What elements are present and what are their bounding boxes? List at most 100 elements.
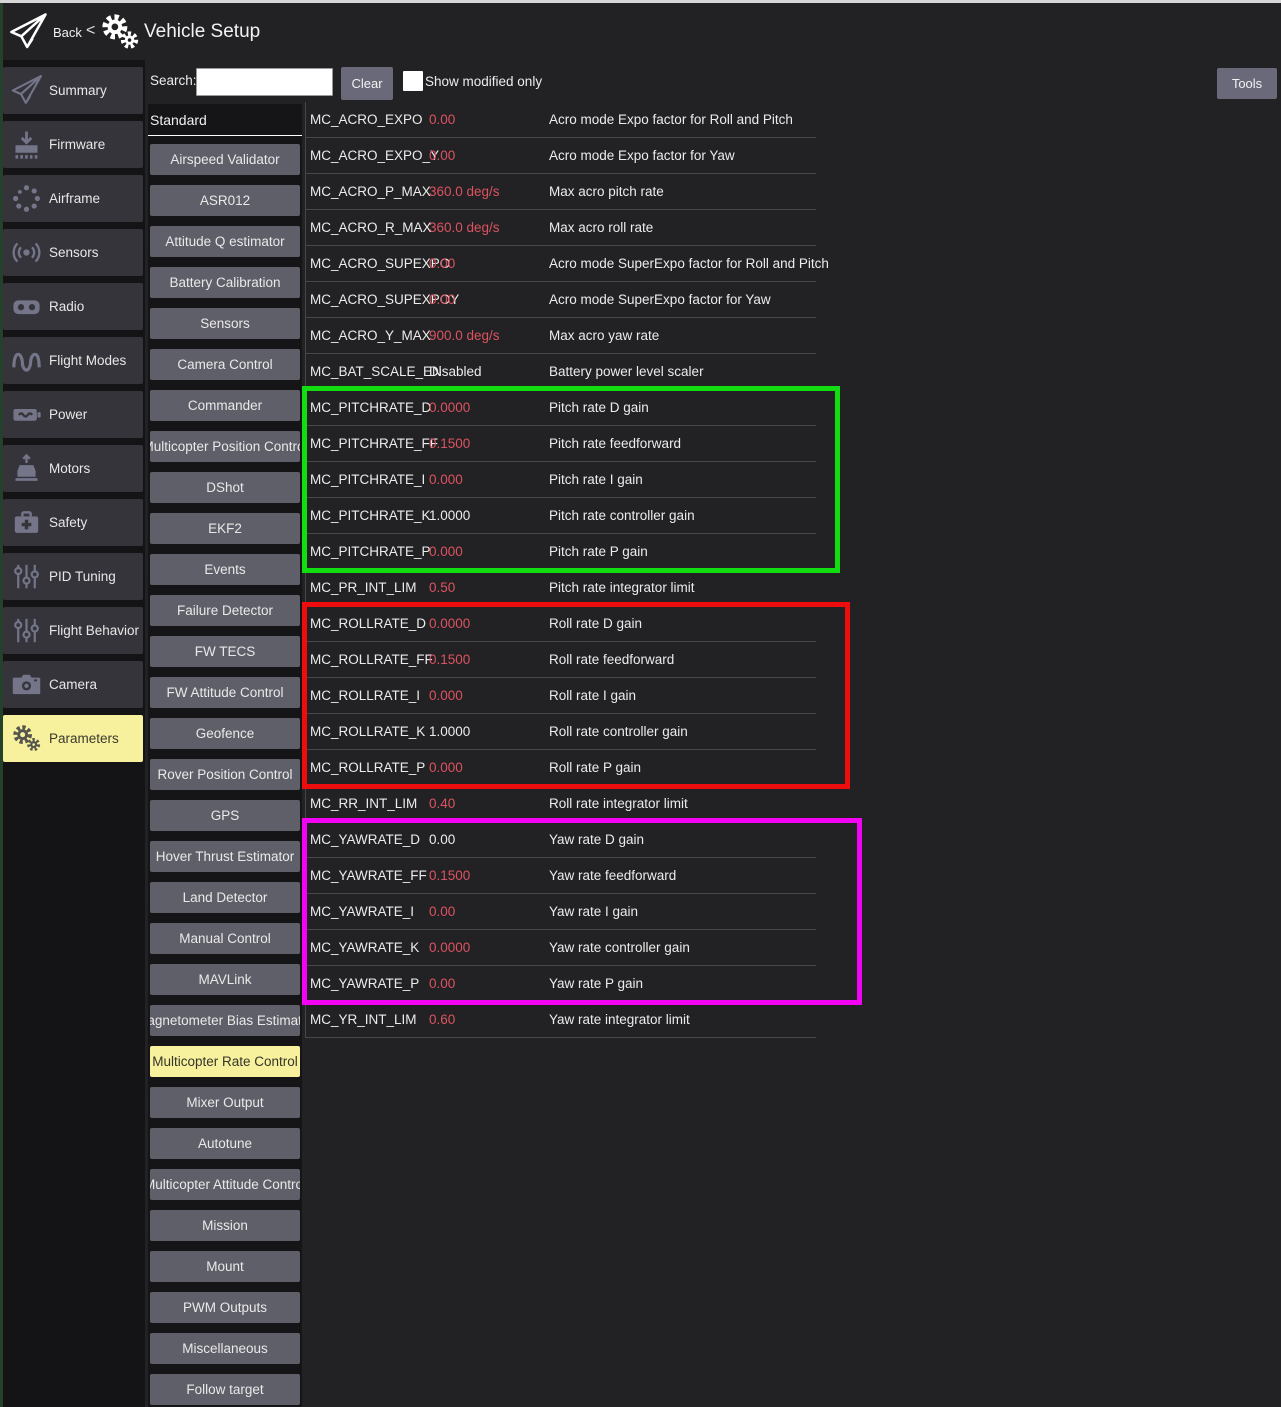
parameter-row-mc_yr_int_lim[interactable]: MC_YR_INT_LIM0.60Yaw rate integrator lim… xyxy=(306,1002,816,1038)
sidebar-item-label: Power xyxy=(49,407,87,422)
sidebar-item-summary[interactable]: Summary xyxy=(3,67,143,114)
parameter-row-mc_bat_scale_en[interactable]: MC_BAT_SCALE_ENDisabledBattery power lev… xyxy=(306,354,816,390)
parameter-value: 0.1500 xyxy=(429,436,549,451)
category-button-commander[interactable]: Commander xyxy=(150,390,300,421)
category-button-camera-control[interactable]: Camera Control xyxy=(150,349,300,380)
parameter-row-mc_acro_p_max[interactable]: MC_ACRO_P_MAX360.0 deg/sMax acro pitch r… xyxy=(306,174,816,210)
category-button-mavlink[interactable]: MAVLink xyxy=(150,964,300,995)
parameter-name: MC_PITCHRATE_P xyxy=(306,544,429,559)
category-button-battery-calibration[interactable]: Battery Calibration xyxy=(150,267,300,298)
sidebar-item-label: Airframe xyxy=(49,191,100,206)
parameter-row-mc_rollrate_d[interactable]: MC_ROLLRATE_D0.0000Roll rate D gain xyxy=(306,606,816,642)
parameter-row-mc_yawrate_ff[interactable]: MC_YAWRATE_FF0.1500Yaw rate feedforward xyxy=(306,858,816,894)
parameter-value: 0.60 xyxy=(429,1012,549,1027)
back-button[interactable]: Back xyxy=(53,25,82,40)
parameter-row-mc_pitchrate_k[interactable]: MC_PITCHRATE_K1.0000Pitch rate controlle… xyxy=(306,498,816,534)
sidebar-item-firmware[interactable]: Firmware xyxy=(3,121,143,168)
sidebar-item-flight-modes[interactable]: Flight Modes xyxy=(3,337,143,384)
category-group-header: Standard xyxy=(150,112,302,128)
category-button-mission[interactable]: Mission xyxy=(150,1210,300,1241)
parameter-row-mc_rr_int_lim[interactable]: MC_RR_INT_LIM0.40Roll rate integrator li… xyxy=(306,786,816,822)
parameter-row-mc_yawrate_d[interactable]: MC_YAWRATE_D0.00Yaw rate D gain xyxy=(306,822,816,858)
parameter-row-mc_acro_r_max[interactable]: MC_ACRO_R_MAX360.0 deg/sMax acro roll ra… xyxy=(306,210,816,246)
parameter-name: MC_YAWRATE_FF xyxy=(306,868,429,883)
category-button-airspeed-validator[interactable]: Airspeed Validator xyxy=(150,144,300,175)
parameter-row-mc_acro_expo[interactable]: MC_ACRO_EXPO0.00Acro mode Expo factor fo… xyxy=(306,102,816,138)
tools-button[interactable]: Tools xyxy=(1217,68,1277,99)
category-button-failure-detector[interactable]: Failure Detector xyxy=(150,595,300,626)
parameter-row-mc_acro_expo_y[interactable]: MC_ACRO_EXPO_Y0.00Acro mode Expo factor … xyxy=(306,138,816,174)
parameter-value: 0.0000 xyxy=(429,400,549,415)
category-button-pwm-outputs[interactable]: PWM Outputs xyxy=(150,1292,300,1323)
sidebar-item-radio[interactable]: Radio xyxy=(3,283,143,330)
sidebar-item-airframe[interactable]: Airframe xyxy=(3,175,143,222)
sidebar-item-motors[interactable]: Motors xyxy=(3,445,143,492)
category-button-fw-tecs[interactable]: FW TECS xyxy=(150,636,300,667)
parameter-row-mc_yawrate_k[interactable]: MC_YAWRATE_K0.0000Yaw rate controller ga… xyxy=(306,930,816,966)
category-button-mount[interactable]: Mount xyxy=(150,1251,300,1282)
category-button-asr012[interactable]: ASR012 xyxy=(150,185,300,216)
sidebar-item-label: Safety xyxy=(49,515,87,530)
parameter-row-mc_yawrate_p[interactable]: MC_YAWRATE_P0.00Yaw rate P gain xyxy=(306,966,816,1002)
parameter-name: MC_ACRO_P_MAX xyxy=(306,184,429,199)
parameter-description: Yaw rate controller gain xyxy=(549,940,816,955)
flight-modes-icon xyxy=(3,344,49,377)
parameter-row-mc_acro_y_max[interactable]: MC_ACRO_Y_MAX900.0 deg/sMax acro yaw rat… xyxy=(306,318,816,354)
parameter-value: Disabled xyxy=(429,364,549,379)
sidebar-item-parameters[interactable]: Parameters xyxy=(3,715,143,762)
category-button-attitude-q-estimator[interactable]: Attitude Q estimator xyxy=(150,226,300,257)
category-button-multicopter-position-control[interactable]: Multicopter Position Control xyxy=(150,431,300,462)
sidebar-item-label: Parameters xyxy=(49,731,119,746)
vehicle-setup-window: Back < Vehicle Setup SummaryFirmwareAirf… xyxy=(0,0,1281,1407)
sidebar-item-camera[interactable]: Camera xyxy=(3,661,143,708)
category-button-ekf2[interactable]: EKF2 xyxy=(150,513,300,544)
sidebar-item-flight-behavior[interactable]: Flight Behavior xyxy=(3,607,143,654)
category-button-dshot[interactable]: DShot xyxy=(150,472,300,503)
sidebar-item-safety[interactable]: Safety xyxy=(3,499,143,546)
sidebar-item-label: Sensors xyxy=(49,245,99,260)
clear-button[interactable]: Clear xyxy=(341,67,393,100)
category-button-follow-target[interactable]: Follow target xyxy=(150,1374,300,1405)
parameter-row-mc_pr_int_lim[interactable]: MC_PR_INT_LIM0.50Pitch rate integrator l… xyxy=(306,570,816,606)
search-input[interactable] xyxy=(196,68,333,96)
parameter-row-mc_acro_supexpo[interactable]: MC_ACRO_SUPEXPO0.00Acro mode SuperExpo f… xyxy=(306,246,816,282)
parameter-row-mc_rollrate_ff[interactable]: MC_ROLLRATE_FF0.1500Roll rate feedforwar… xyxy=(306,642,816,678)
category-button-sensors[interactable]: Sensors xyxy=(150,308,300,339)
category-button-land-detector[interactable]: Land Detector xyxy=(150,882,300,913)
parameter-row-mc_rollrate_i[interactable]: MC_ROLLRATE_I0.000Roll rate I gain xyxy=(306,678,816,714)
sidebar-item-power[interactable]: Power xyxy=(3,391,143,438)
category-button-autotune[interactable]: Autotune xyxy=(150,1128,300,1159)
parameter-name: MC_ROLLRATE_FF xyxy=(306,652,429,667)
category-button-gps[interactable]: GPS xyxy=(150,800,300,831)
parameter-row-mc_pitchrate_p[interactable]: MC_PITCHRATE_P0.000Pitch rate P gain xyxy=(306,534,816,570)
category-button-multicopter-attitude-control[interactable]: Multicopter Attitude Control xyxy=(150,1169,300,1200)
show-modified-checkbox[interactable] xyxy=(403,71,423,91)
category-button-events[interactable]: Events xyxy=(150,554,300,585)
parameter-row-mc_pitchrate_i[interactable]: MC_PITCHRATE_I0.000Pitch rate I gain xyxy=(306,462,816,498)
category-button-hover-thrust-estimator[interactable]: Hover Thrust Estimator xyxy=(150,841,300,872)
sidebar-item-sensors[interactable]: Sensors xyxy=(3,229,143,276)
parameter-value: 0.000 xyxy=(429,760,549,775)
category-button-mixer-output[interactable]: Mixer Output xyxy=(150,1087,300,1118)
parameter-table-panel: MC_ACRO_EXPO0.00Acro mode Expo factor fo… xyxy=(302,102,1281,1407)
category-button-rover-position-control[interactable]: Rover Position Control xyxy=(150,759,300,790)
parameter-row-mc_pitchrate_ff[interactable]: MC_PITCHRATE_FF0.1500Pitch rate feedforw… xyxy=(306,426,816,462)
parameter-row-mc_rollrate_k[interactable]: MC_ROLLRATE_K1.0000Roll rate controller … xyxy=(306,714,816,750)
category-button-manual-control[interactable]: Manual Control xyxy=(150,923,300,954)
sliders-icon xyxy=(3,614,49,647)
parameter-value: 0.00 xyxy=(429,292,549,307)
category-button-geofence[interactable]: Geofence xyxy=(150,718,300,749)
sidebar-item-pid-tuning[interactable]: PID Tuning xyxy=(3,553,143,600)
parameter-row-mc_yawrate_i[interactable]: MC_YAWRATE_I0.00Yaw rate I gain xyxy=(306,894,816,930)
sidebar-item-label: Motors xyxy=(49,461,90,476)
category-button-fw-attitude-control[interactable]: FW Attitude Control xyxy=(150,677,300,708)
parameter-value: 360.0 deg/s xyxy=(429,184,549,199)
parameter-description: Acro mode SuperExpo factor for Roll and … xyxy=(549,256,829,271)
category-button-multicopter-rate-control[interactable]: Multicopter Rate Control xyxy=(150,1046,300,1077)
parameter-row-mc_acro_supexpoy[interactable]: MC_ACRO_SUPEXPOY0.00Acro mode SuperExpo … xyxy=(306,282,816,318)
parameter-row-mc_pitchrate_d[interactable]: MC_PITCHRATE_D0.0000Pitch rate D gain xyxy=(306,390,816,426)
parameter-name: MC_ACRO_SUPEXPOY xyxy=(306,292,429,307)
parameter-row-mc_rollrate_p[interactable]: MC_ROLLRATE_P0.000Roll rate P gain xyxy=(306,750,816,786)
category-button-miscellaneous[interactable]: Miscellaneous xyxy=(150,1333,300,1364)
category-button-magnetometer-bias-estimator[interactable]: Magnetometer Bias Estimator xyxy=(150,1005,300,1036)
